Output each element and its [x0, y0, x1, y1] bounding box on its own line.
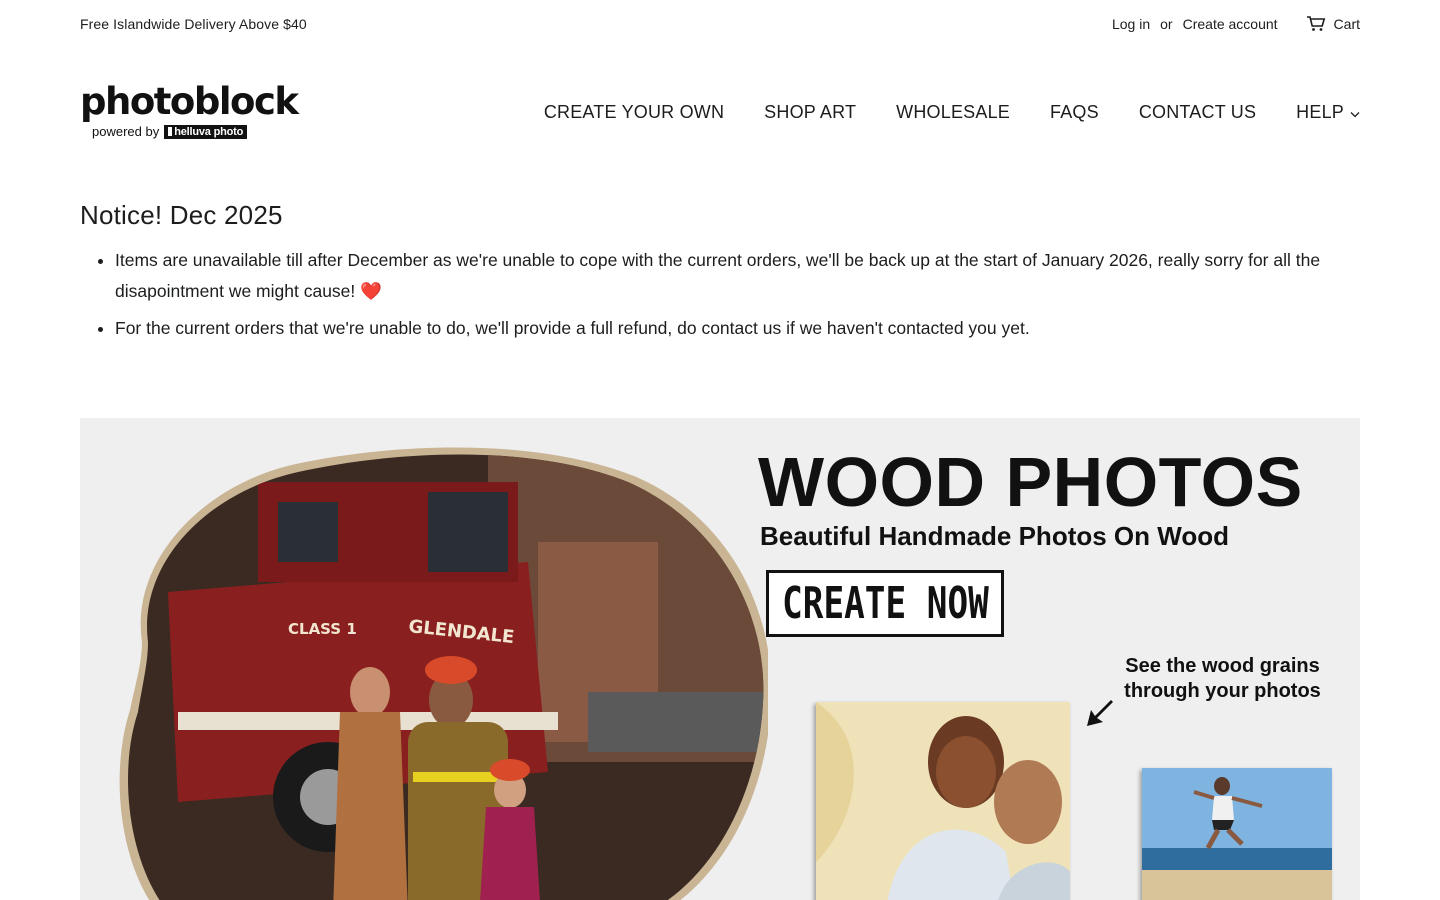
nav-help-label: HELP: [1296, 101, 1344, 122]
photoblock-logo[interactable]: photoblock powered by helluva photo: [80, 82, 299, 142]
heart-icon: ❤️: [360, 281, 382, 301]
or-separator: or: [1160, 16, 1173, 32]
hero-title: WOOD PHOTOS: [758, 443, 1303, 521]
cart-label: Cart: [1333, 16, 1360, 32]
grain-note-line-2: through your photos: [1124, 680, 1321, 702]
create-now-label: CREATE NOW: [781, 578, 989, 629]
grain-note-line-1: See the wood grains: [1125, 655, 1320, 677]
logo-tagline: powered by helluva photo: [92, 124, 248, 139]
cart-icon: [1306, 16, 1326, 32]
notice-list: Items are unavailable till after Decembe…: [80, 245, 1360, 344]
delivery-promo: Free Islandwide Delivery Above $40: [80, 16, 307, 32]
login-link[interactable]: Log in: [1112, 16, 1150, 32]
nav-shop-art[interactable]: SHOP ART: [764, 102, 856, 123]
helluva-badge-text: helluva photo: [174, 125, 244, 138]
main-nav: CREATE YOUR OWN SHOP ART WHOLESALE FAQS …: [544, 102, 1360, 123]
arrow-down-left-icon: [1087, 700, 1113, 726]
couple-wood-photo: [816, 702, 1070, 900]
nav-faqs[interactable]: FAQS: [1050, 102, 1099, 123]
notice-title: Notice! Dec 2025: [80, 200, 283, 230]
announcement-bar: Free Islandwide Delivery Above $40 Log i…: [80, 12, 1360, 36]
beach-jump-wood-photo: [1142, 768, 1332, 900]
nav-wholesale[interactable]: WHOLESALE: [896, 102, 1010, 123]
notice-section: Notice! Dec 2025 Items are unavailable t…: [80, 200, 1360, 350]
nav-create-your-own[interactable]: CREATE YOUR OWN: [544, 102, 724, 123]
wood-slice-firetruck-photo: CLASS 1 GLENDALE: [119, 447, 768, 900]
hero-subtitle: Beautiful Handmade Photos On Wood: [760, 521, 1229, 551]
notice-item: Items are unavailable till after Decembe…: [115, 245, 1360, 307]
logo-wordmark: photoblock: [80, 80, 299, 123]
cart-link[interactable]: Cart: [1306, 16, 1360, 32]
create-now-button[interactable]: CREATE NOW: [766, 570, 1004, 637]
notice-item-text: Items are unavailable till after Decembe…: [115, 250, 1321, 301]
logo-powered-by: powered by: [92, 124, 160, 139]
notice-item: For the current orders that we're unable…: [115, 313, 1360, 344]
nav-help[interactable]: HELP: [1296, 102, 1360, 123]
create-account-link[interactable]: Create account: [1183, 16, 1278, 32]
site-header: photoblock powered by helluva photo CREA…: [80, 80, 1360, 144]
wood-grain-note: See the wood grains through your photos: [1100, 654, 1345, 704]
truck-class-text: CLASS 1: [288, 620, 357, 638]
nav-contact-us[interactable]: CONTACT US: [1139, 102, 1256, 123]
account-links: Log in or Create account Cart: [1112, 16, 1360, 32]
helluva-badge: helluva photo: [164, 124, 248, 139]
chevron-down-icon: [1350, 102, 1360, 123]
hero-banner[interactable]: CLASS 1 GLENDALE WOOD PHOTOS Beautiful H…: [80, 418, 1360, 900]
